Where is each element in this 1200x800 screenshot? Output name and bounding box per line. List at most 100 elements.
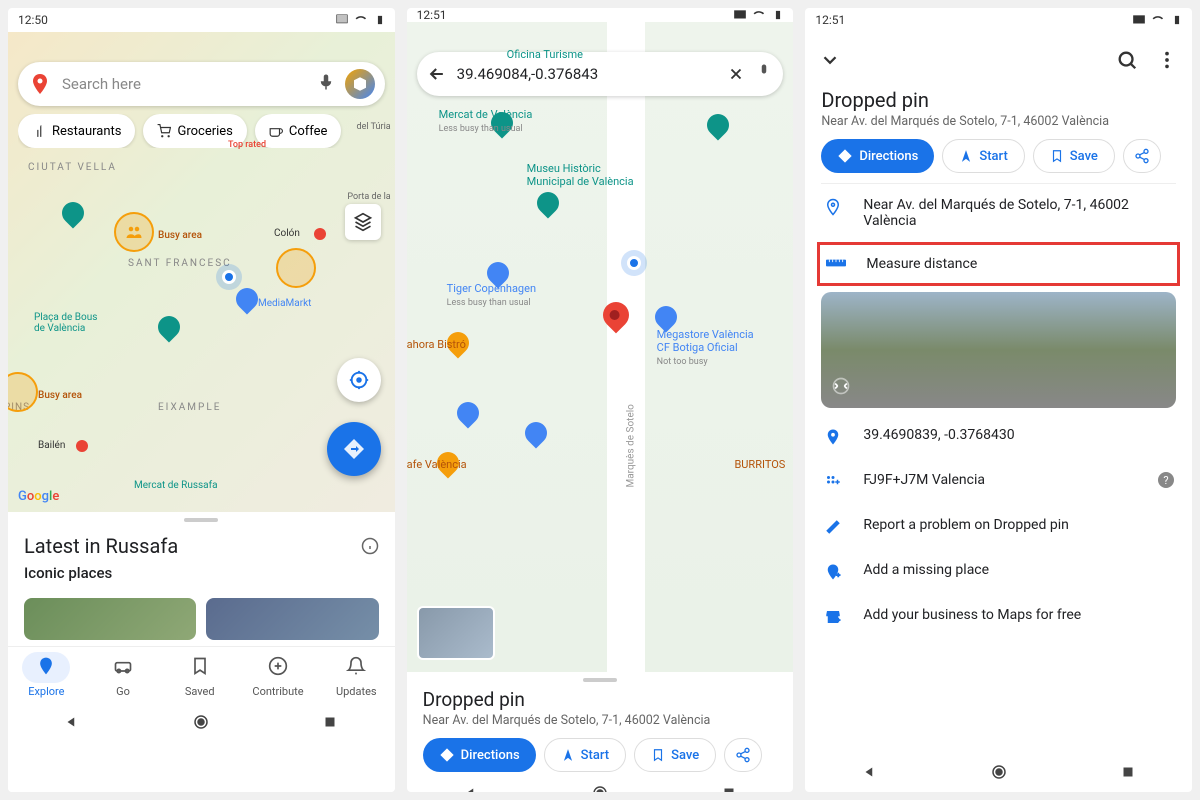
poi-pin[interactable]	[153, 311, 184, 342]
plus-code-row[interactable]: FJ9F+J7M Valencia ?	[821, 459, 1176, 504]
address-text: Near Av. del Marqués de Sotelo, 7-1, 460…	[821, 114, 1176, 129]
back-icon[interactable]	[63, 713, 81, 731]
poi-label: Bailén	[38, 440, 65, 451]
ruler-icon	[826, 257, 846, 269]
add-business-row[interactable]: Add your business to Maps for free	[821, 594, 1176, 639]
current-location-dot	[627, 256, 641, 270]
recents-icon[interactable]	[321, 713, 339, 731]
streetview-preview[interactable]	[821, 292, 1176, 408]
metro-icon	[76, 440, 88, 452]
clock: 12:51	[417, 8, 447, 22]
poi-label: Colón	[274, 228, 300, 239]
busy-area-icon[interactable]	[8, 372, 38, 412]
add-place-row[interactable]: Add a missing place	[821, 549, 1176, 594]
poi-pin[interactable]	[702, 109, 733, 140]
locate-button[interactable]	[337, 358, 381, 402]
start-button[interactable]: Start	[544, 738, 626, 772]
drag-handle[interactable]	[184, 518, 218, 522]
start-button[interactable]: Start	[942, 139, 1024, 173]
save-button[interactable]: Save	[1033, 139, 1115, 173]
poi-label: Oficina Turisme	[507, 48, 583, 61]
sheet-title: Dropped pin	[423, 688, 778, 711]
close-icon[interactable]	[727, 65, 745, 83]
poi-pin[interactable]	[57, 197, 88, 228]
directions-button[interactable]: Directions	[821, 139, 934, 173]
poi-pin[interactable]	[532, 187, 563, 218]
district-label: EIXAMPLE	[158, 402, 221, 413]
info-icon[interactable]	[361, 537, 379, 555]
back-icon[interactable]	[462, 784, 480, 792]
share-button[interactable]	[1123, 139, 1161, 173]
chip-coffee[interactable]: Coffee	[255, 114, 342, 148]
current-location-dot	[222, 270, 236, 284]
poi-label: Plaça de Bous de València	[34, 312, 97, 334]
home-icon[interactable]	[192, 713, 210, 731]
status-icons	[1132, 13, 1182, 27]
drag-handle[interactable]	[583, 678, 617, 682]
home-icon[interactable]	[591, 784, 609, 792]
place-card[interactable]	[206, 598, 378, 640]
clock: 12:50	[18, 13, 48, 27]
help-icon[interactable]: ?	[1158, 472, 1174, 488]
recents-icon[interactable]	[1119, 763, 1137, 781]
system-nav	[8, 702, 395, 742]
coords-row[interactable]: 39.4690839, -0.3768430	[821, 414, 1176, 459]
poi-label: MediaMarkt	[258, 298, 311, 309]
address-row[interactable]: Near Av. del Marqués de Sotelo, 7-1, 460…	[821, 184, 1176, 242]
place-card[interactable]	[24, 598, 196, 640]
search-bar[interactable]	[18, 62, 385, 106]
directions-fab[interactable]	[327, 422, 381, 476]
busy-area-icon[interactable]	[276, 248, 316, 288]
avatar[interactable]	[345, 69, 375, 99]
poi-label: BURRITOS	[734, 458, 785, 471]
store-icon	[823, 608, 843, 626]
top-bar	[805, 36, 1192, 84]
poi-label: Mercat de Russafa	[134, 480, 218, 491]
busy-area-icon[interactable]	[114, 212, 154, 252]
mic-icon[interactable]	[755, 63, 773, 85]
place-thumbnails[interactable]	[8, 592, 395, 646]
maps-logo-icon	[28, 72, 52, 96]
recents-icon[interactable]	[720, 784, 738, 792]
nav-contribute[interactable]: Contribute	[252, 652, 303, 698]
back-icon[interactable]	[861, 763, 879, 781]
save-button[interactable]: Save	[634, 738, 716, 772]
status-icons	[733, 8, 783, 22]
streetview-thumbnail[interactable]	[417, 606, 495, 660]
poi-label: Megastore València CF Botiga OficialNot …	[657, 328, 754, 367]
action-row: Directions Start Save	[423, 738, 778, 772]
poi-label: ahora Bistró	[407, 338, 466, 351]
share-button[interactable]	[724, 738, 762, 772]
poi-label: Porta de la	[347, 192, 390, 202]
more-icon[interactable]	[1156, 49, 1178, 71]
page-title: Dropped pin	[821, 88, 1176, 112]
address-text: Near Av. del Marqués de Sotelo, 7-1, 460…	[423, 713, 778, 728]
mic-icon[interactable]	[317, 73, 335, 95]
clock: 12:51	[815, 13, 845, 27]
chip-restaurants[interactable]: Restaurants	[18, 114, 135, 148]
busy-label: Busy area	[158, 230, 202, 241]
search-input[interactable]	[62, 75, 307, 93]
nav-updates[interactable]: Updates	[332, 652, 380, 698]
metro-icon	[314, 228, 326, 240]
search-bar[interactable]	[417, 52, 784, 96]
street-label: Marquès de Sotelo	[625, 404, 636, 487]
road	[607, 22, 645, 672]
busy-label: Busy area	[38, 390, 82, 401]
search-icon[interactable]	[1116, 49, 1138, 71]
poi-pin[interactable]	[452, 397, 483, 428]
back-arrow-icon[interactable]	[427, 64, 447, 84]
nav-saved[interactable]: Saved	[176, 652, 224, 698]
system-nav	[407, 784, 794, 792]
poi-pin[interactable]	[520, 417, 551, 448]
directions-button[interactable]: Directions	[423, 738, 536, 772]
report-row[interactable]: Report a problem on Dropped pin	[821, 504, 1176, 549]
layers-button[interactable]	[345, 204, 381, 240]
nav-go[interactable]: Go	[99, 652, 147, 698]
nav-explore[interactable]: Explore	[22, 652, 70, 698]
district-label: CIUTAT VELLA	[28, 162, 117, 173]
search-input[interactable]	[457, 65, 718, 83]
home-icon[interactable]	[990, 763, 1008, 781]
collapse-icon[interactable]	[819, 49, 841, 71]
measure-distance-row[interactable]: Measure distance	[817, 242, 1180, 286]
